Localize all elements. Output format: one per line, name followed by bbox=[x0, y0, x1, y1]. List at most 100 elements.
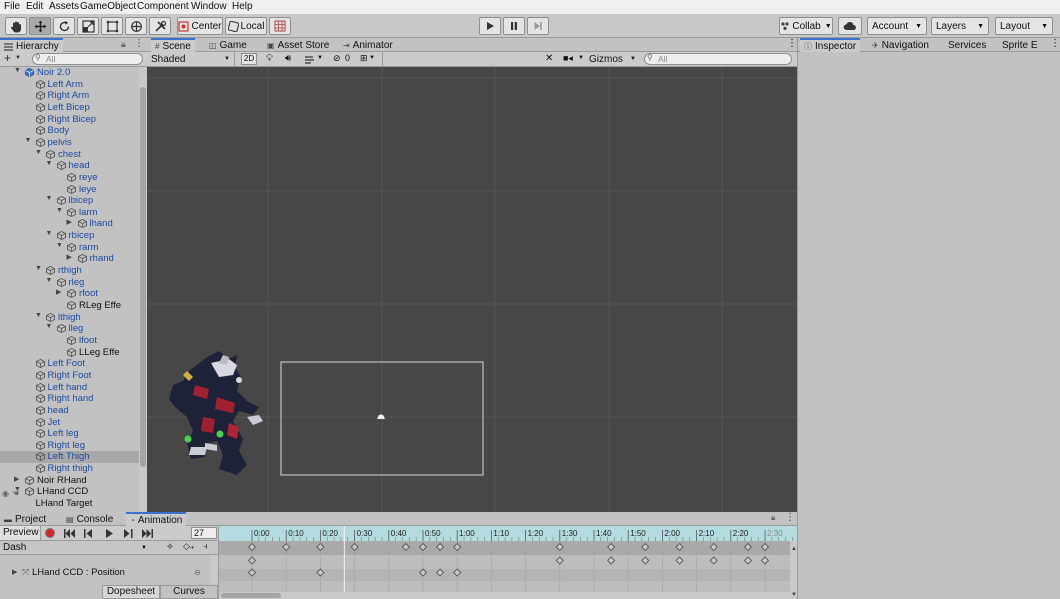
chevron-down-icon[interactable]: ▼ bbox=[317, 55, 323, 61]
clip-dropdown[interactable]: Dash ▼ bbox=[0, 541, 150, 554]
hierarchy-item[interactable]: Left Arm bbox=[0, 79, 139, 91]
chevron-right-icon[interactable]: ▶ bbox=[12, 568, 17, 576]
hierarchy-item[interactable]: ▼ LHand CCD bbox=[0, 486, 139, 498]
layers-dropdown[interactable]: Layers ▼ bbox=[931, 17, 989, 35]
lighting-icon[interactable]: 💡︎ bbox=[266, 53, 273, 64]
tools-icon[interactable]: ✕ bbox=[545, 53, 553, 64]
hierarchy-item[interactable]: ▶ rfoot bbox=[0, 288, 139, 300]
collapse-arrow-icon[interactable]: ▶ bbox=[67, 218, 72, 226]
hierarchy-item[interactable]: ▶ lhand bbox=[0, 218, 139, 230]
hierarchy-item[interactable]: ▼ pelvis bbox=[0, 137, 139, 149]
grid-snap-button[interactable] bbox=[269, 17, 291, 35]
scroll-up-icon[interactable]: ▲ bbox=[791, 546, 797, 552]
grid-icon[interactable]: ⊞ bbox=[360, 53, 368, 64]
chevron-down-icon[interactable]: ▼ bbox=[369, 55, 375, 61]
dopesheet-timeline[interactable]: 0:00 0:10 0:20 0:30 0:40 0:50 1:00 1:10 1:20 1:30… bbox=[218, 526, 797, 599]
menu-assets[interactable]: Assets bbox=[49, 1, 79, 12]
cloud-button[interactable] bbox=[838, 17, 862, 35]
hierarchy-item[interactable]: ▼ rthigh bbox=[0, 265, 139, 277]
hierarchy-item[interactable]: lfoot bbox=[0, 335, 139, 347]
hierarchy-item[interactable]: Left Thigh bbox=[0, 451, 139, 464]
tab-asset-store[interactable]: ▣ Asset Store bbox=[263, 38, 333, 52]
hierarchy-item[interactable]: Jet bbox=[0, 417, 139, 429]
expand-arrow-icon[interactable]: ▼ bbox=[46, 323, 53, 330]
hierarchy-item[interactable]: Right Arm bbox=[0, 90, 139, 102]
more-options-icon[interactable]: ⋮ bbox=[1050, 38, 1060, 49]
play-icon[interactable] bbox=[105, 529, 114, 538]
menu-window[interactable]: Window bbox=[191, 1, 227, 12]
hierarchy-item[interactable]: ▼ rarm bbox=[0, 242, 139, 254]
timeline-canvas[interactable]: 0:00 0:10 0:20 0:30 0:40 0:50 1:00 1:10 1:20 1:30… bbox=[219, 526, 797, 599]
hierarchy-item[interactable]: Left Foot bbox=[0, 358, 139, 370]
dopesheet-tab[interactable]: Dopesheet bbox=[102, 585, 160, 599]
scene-search-input[interactable]: All bbox=[644, 53, 792, 65]
step-button[interactable] bbox=[527, 17, 549, 35]
hierarchy-item[interactable]: Right Foot bbox=[0, 370, 139, 382]
record-button[interactable] bbox=[45, 528, 55, 538]
expand-arrow-icon[interactable]: ▼ bbox=[35, 149, 42, 156]
tab-navigation[interactable]: ✈ Navigation bbox=[868, 38, 933, 52]
expand-arrow-icon[interactable]: ▼ bbox=[46, 195, 53, 202]
add-button[interactable]: + bbox=[4, 52, 11, 65]
hierarchy-item[interactable]: ▼ larm bbox=[0, 207, 139, 219]
hierarchy-item[interactable]: ▼ rleg bbox=[0, 277, 139, 289]
tab-services[interactable]: Services bbox=[944, 38, 990, 52]
add-keyframe-icon[interactable]: ⟡ bbox=[167, 541, 173, 552]
tab-sprite-e[interactable]: Sprite E bbox=[998, 38, 1042, 52]
rect-tool-button[interactable] bbox=[101, 17, 123, 35]
expand-arrow-icon[interactable]: ▼ bbox=[35, 265, 42, 272]
hierarchy-scrollbar-thumb[interactable] bbox=[140, 87, 146, 467]
hierarchy-item[interactable]: ▼ Noir 2.0 bbox=[0, 67, 139, 79]
transform-tool-button[interactable] bbox=[125, 17, 147, 35]
hierarchy-item[interactable]: LLeg Effe bbox=[0, 347, 139, 359]
account-dropdown[interactable]: Account ▼ bbox=[867, 17, 927, 35]
hierarchy-item[interactable]: RLeg Effe bbox=[0, 300, 139, 312]
eye-icon[interactable]: ◉ bbox=[2, 489, 9, 498]
hierarchy-item[interactable]: ▼ rbicep bbox=[0, 230, 139, 242]
add-event-icon[interactable]: ◇₊ bbox=[183, 541, 195, 552]
preview-toggle[interactable]: Preview bbox=[0, 526, 41, 540]
hierarchy-item[interactable]: Right hand bbox=[0, 393, 139, 405]
chevron-down-icon[interactable]: ▼ bbox=[578, 55, 584, 61]
chevron-down-icon[interactable]: ▼ bbox=[15, 55, 21, 61]
collapse-arrow-icon[interactable]: ▶ bbox=[67, 253, 72, 261]
menu-edit[interactable]: Edit bbox=[26, 1, 43, 12]
custom-tool-button[interactable] bbox=[149, 17, 171, 35]
hierarchy-item[interactable]: head bbox=[0, 405, 139, 417]
move-tool-button[interactable] bbox=[29, 17, 51, 35]
expand-arrow-icon[interactable]: ▼ bbox=[56, 242, 63, 249]
frame-input[interactable]: 27 bbox=[191, 527, 217, 539]
tab-inspector[interactable]: ⓘ Inspector bbox=[800, 38, 861, 52]
pivot-space-toggle[interactable]: Local bbox=[225, 17, 267, 35]
tab-console[interactable]: ▤ Console bbox=[62, 512, 117, 526]
expand-arrow-icon[interactable]: ▼ bbox=[14, 67, 21, 74]
collapse-arrow-icon[interactable]: ▶ bbox=[14, 475, 19, 483]
hierarchy-item[interactable]: ▼ lleg bbox=[0, 323, 139, 335]
hierarchy-item[interactable]: Body bbox=[0, 125, 139, 137]
expand-arrow-icon[interactable]: ▼ bbox=[46, 230, 53, 237]
hierarchy-item[interactable]: ▼ lbicep bbox=[0, 195, 139, 207]
expand-arrow-icon[interactable]: ▼ bbox=[35, 312, 42, 319]
hierarchy-item[interactable]: ▼ chest bbox=[0, 149, 139, 161]
hierarchy-search-input[interactable]: All bbox=[32, 53, 143, 65]
collapse-arrow-icon[interactable]: ▶ bbox=[56, 288, 61, 296]
pick-hand-icon[interactable]: ☚ bbox=[12, 489, 19, 498]
hierarchy-item[interactable]: ▼ head bbox=[0, 160, 139, 172]
expand-arrow-icon[interactable]: ▼ bbox=[56, 207, 63, 214]
timeline-h-scrollbar[interactable] bbox=[219, 592, 790, 599]
camera-icon[interactable]: ■◂ bbox=[563, 53, 573, 64]
hand-tool-button[interactable] bbox=[5, 17, 27, 35]
hierarchy-item[interactable]: LHand Target bbox=[0, 498, 139, 510]
scene-view[interactable] bbox=[147, 67, 797, 512]
rotate-tool-button[interactable] bbox=[53, 17, 75, 35]
expand-arrow-icon[interactable]: ▼ bbox=[46, 277, 53, 284]
expand-arrow-icon[interactable]: ▼ bbox=[46, 160, 53, 167]
curves-tab[interactable]: Curves bbox=[160, 585, 218, 599]
menu-file[interactable]: File bbox=[4, 1, 20, 12]
expand-arrow-icon[interactable]: ▼ bbox=[25, 137, 32, 144]
more-options-icon[interactable]: ⋮ bbox=[787, 38, 797, 49]
tab-animator[interactable]: ⇥ Animator bbox=[339, 38, 397, 52]
tab-game[interactable]: ◫ Game bbox=[205, 38, 251, 52]
lock-icon[interactable]: 🔒︎ bbox=[771, 513, 775, 523]
lock-icon[interactable]: 🔒︎ bbox=[121, 39, 126, 50]
